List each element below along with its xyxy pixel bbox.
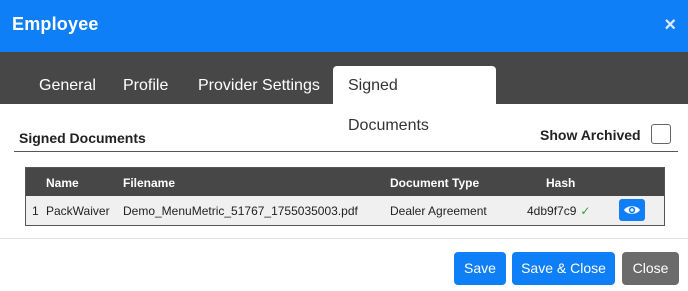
tab-general[interactable]: General <box>25 66 110 104</box>
table-row[interactable]: 1 PackWaiver Demo_MenuMetric_51767_17550… <box>26 196 664 225</box>
close-icon[interactable]: × <box>664 14 676 36</box>
dialog-title: Employee <box>12 14 99 34</box>
column-header-filename[interactable]: Filename <box>123 176 175 190</box>
save-and-close-button[interactable]: Save & Close <box>512 252 615 285</box>
table-header: Name Filename Document Type Hash <box>26 168 664 196</box>
dialog-titlebar: Employee × <box>0 0 688 52</box>
show-archived-checkbox[interactable] <box>651 124 671 144</box>
row-index: 1 <box>32 204 39 218</box>
eye-icon <box>624 206 640 214</box>
tab-profile[interactable]: Profile <box>109 66 182 104</box>
row-hash: 4db9f7c9 ✓ <box>527 204 590 218</box>
show-archived-label: Show Archived <box>540 127 641 143</box>
save-button[interactable]: Save <box>454 252 506 285</box>
view-document-button[interactable] <box>619 199 645 221</box>
check-icon: ✓ <box>580 204 591 218</box>
tab-signed-documents[interactable]: Signed Documents <box>333 66 496 134</box>
section-divider <box>14 151 678 152</box>
tab-bar: General Profile Provider Settings Signed… <box>0 52 688 134</box>
section-title: Signed Documents <box>19 130 146 146</box>
row-hash-value: 4db9f7c9 <box>527 204 577 218</box>
row-filename: Demo_MenuMetric_51767_1755035003.pdf <box>123 204 358 218</box>
tab-provider-settings[interactable]: Provider Settings <box>184 66 334 104</box>
column-header-name[interactable]: Name <box>46 176 79 190</box>
signed-documents-table: Name Filename Document Type Hash 1 PackW… <box>25 167 665 226</box>
row-document-type: Dealer Agreement <box>390 204 487 218</box>
footer-divider <box>0 238 688 239</box>
column-header-document-type[interactable]: Document Type <box>390 176 479 190</box>
row-name: PackWaiver <box>46 204 110 218</box>
close-button[interactable]: Close <box>622 252 679 285</box>
column-header-hash[interactable]: Hash <box>546 176 575 190</box>
